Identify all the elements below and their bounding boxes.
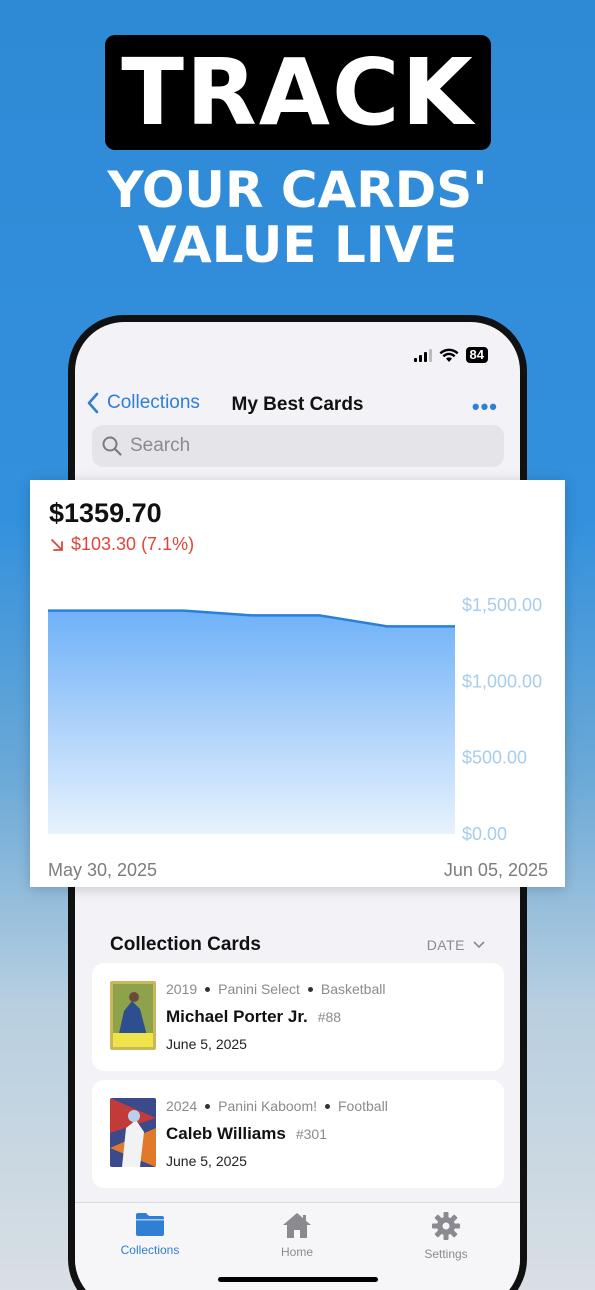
card-year: 2024	[166, 1098, 198, 1114]
card-date: June 5, 2025	[166, 1153, 247, 1169]
separator-dot	[205, 1103, 211, 1109]
separator-dot	[325, 1103, 330, 1109]
section-title: Collection Cards	[110, 934, 261, 955]
tab-label: Collections	[120, 1243, 180, 1257]
chart-end-date: Jun 05, 2025	[443, 860, 548, 880]
chart-start-date: May 30, 2025	[48, 860, 158, 880]
card-sport: Football	[338, 1098, 388, 1114]
tab-label: Settings	[424, 1247, 468, 1261]
sort-label: DATE	[426, 937, 465, 953]
card-meta: 2024 Panini Kaboom! Football	[166, 1098, 388, 1114]
card-player-name: Michael Porter Jr.	[166, 1007, 308, 1026]
separator-dot	[307, 986, 313, 992]
headline-text: TRACK	[121, 39, 475, 146]
wifi-icon	[439, 348, 459, 362]
tab-collections[interactable]: Collections	[90, 1211, 210, 1257]
y-tick-label: $1,000.00	[462, 671, 542, 691]
search-bar[interactable]: Search	[92, 425, 504, 467]
signal-icon	[413, 348, 432, 362]
folder-icon	[136, 1213, 164, 1236]
chevron-down-icon	[473, 941, 485, 949]
card-player: Caleb Williams #301	[166, 1124, 327, 1144]
tab-label: Home	[280, 1245, 313, 1259]
card-player-name: Caleb Williams	[166, 1124, 286, 1143]
separator-dot	[205, 986, 211, 992]
subheadline-line-1: YOUR CARDS'	[107, 161, 488, 219]
headline-banner: TRACK	[105, 35, 491, 150]
card-thumbnail	[110, 981, 156, 1050]
navigation-bar: Collections My Best Cards •••	[75, 392, 520, 422]
status-bar: 84	[413, 347, 488, 363]
home-indicator	[218, 1277, 378, 1282]
card-number: #88	[317, 1009, 342, 1025]
card-thumbnail	[110, 1098, 156, 1167]
card-number: #301	[295, 1126, 327, 1142]
card-date: June 5, 2025	[166, 1036, 247, 1052]
card-set: Panini Select	[218, 981, 300, 997]
card-sport: Basketball	[320, 981, 386, 997]
y-tick-label: $0.00	[462, 824, 507, 844]
chart-area-fill	[48, 610, 455, 834]
search-icon	[102, 436, 122, 456]
card-player: Michael Porter Jr. #88	[166, 1007, 341, 1027]
battery-icon: 84	[465, 347, 488, 363]
back-button-label: Collections	[107, 392, 200, 413]
tab-home[interactable]: Home	[237, 1211, 357, 1259]
card-year: 2019	[166, 981, 198, 997]
card-list-item[interactable]: 2019 Panini Select Basketball Michael Po…	[92, 963, 504, 1071]
subheadline-line-2: VALUE LIVE	[137, 216, 458, 274]
home-icon	[283, 1213, 311, 1238]
back-button[interactable]: Collections	[87, 392, 200, 414]
search-input[interactable]: Search	[130, 435, 190, 457]
gear-icon	[432, 1212, 460, 1240]
tab-settings[interactable]: Settings	[386, 1211, 506, 1261]
card-list-item[interactable]: 2024 Panini Kaboom! Football Caleb Willi…	[92, 1080, 504, 1188]
card-set: Panini Kaboom!	[218, 1098, 317, 1114]
y-tick-label: $1,500.00	[462, 595, 542, 615]
chevron-left-icon	[87, 392, 99, 414]
y-tick-label: $500.00	[462, 748, 527, 768]
more-options-button[interactable]: •••	[472, 394, 498, 420]
portfolio-value-card: $1359.70 $103.30 (7.1%) $1,500.00 $1,000.…	[30, 480, 565, 887]
sort-button[interactable]: DATE	[427, 937, 485, 953]
card-meta: 2019 Panini Select Basketball	[166, 981, 385, 997]
value-area-chart: $1,500.00 $1,000.00 $500.00 $0.00	[47, 595, 542, 844]
